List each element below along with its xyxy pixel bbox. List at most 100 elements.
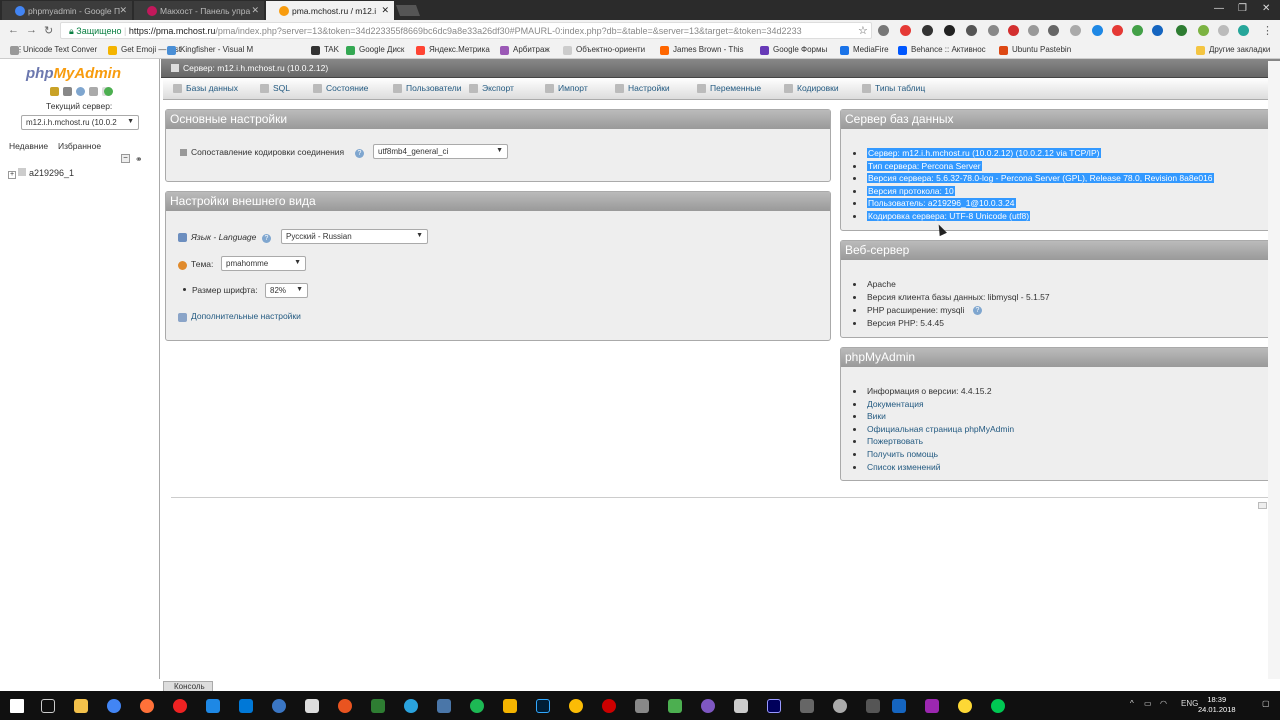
battery-icon[interactable]: ▭ [1144, 699, 1152, 708]
font-size-select[interactable]: 82% ▼ [265, 283, 308, 298]
browser-tab-3[interactable]: pma.mchost.ru / m12.i ✕ [266, 1, 394, 20]
extension-icon[interactable] [922, 25, 933, 36]
app-icon[interactable] [991, 699, 1005, 713]
app-icon[interactable] [371, 699, 385, 713]
window-close-icon[interactable]: ✕ [1262, 3, 1270, 14]
app-icon[interactable] [668, 699, 682, 713]
favorites-tab[interactable]: Избранное [58, 141, 101, 151]
page-settings-icon[interactable] [1258, 502, 1267, 509]
back-icon[interactable]: ← [8, 24, 19, 36]
extension-icon[interactable] [988, 25, 999, 36]
reload-icon[interactable]: ↻ [44, 24, 53, 37]
edge-icon[interactable] [239, 699, 253, 713]
maximize-icon[interactable]: ❐ [1238, 3, 1247, 14]
extension-icon[interactable] [1218, 25, 1229, 36]
recent-tab[interactable]: Недавние [9, 141, 48, 151]
pma-item[interactable]: Получить помощь [867, 449, 938, 459]
help-icon[interactable]: ? [973, 306, 982, 315]
app-icon[interactable] [305, 699, 319, 713]
app-icon[interactable] [925, 699, 939, 713]
extension-icon[interactable] [1112, 25, 1123, 36]
app-icon[interactable] [602, 699, 616, 713]
help-icon[interactable] [76, 87, 85, 96]
firefox-icon[interactable] [140, 699, 154, 713]
bookmark-item[interactable]: Behance :: Активнос [898, 45, 986, 55]
app-icon[interactable] [503, 699, 517, 713]
bookmark-item[interactable]: Арбитраж [500, 45, 550, 55]
tab-import[interactable]: Импорт [545, 83, 588, 93]
app-icon[interactable] [734, 699, 748, 713]
extension-icon[interactable] [900, 25, 911, 36]
app-icon[interactable] [800, 699, 814, 713]
app-icon[interactable] [635, 699, 649, 713]
audition-icon[interactable] [767, 699, 781, 713]
extension-icon[interactable] [1238, 25, 1249, 36]
notifications-icon[interactable]: ▢ [1262, 699, 1270, 708]
pma-item[interactable]: Официальная страница phpMyAdmin [867, 424, 1014, 434]
app-icon[interactable] [272, 699, 286, 713]
app-icon[interactable] [866, 699, 880, 713]
tab-sql[interactable]: SQL [260, 83, 290, 93]
extension-icon[interactable] [1028, 25, 1039, 36]
tab-settings[interactable]: Настройки [615, 83, 670, 93]
language-indicator[interactable]: ENG [1181, 699, 1198, 708]
extension-icon[interactable] [1070, 25, 1081, 36]
extension-icon[interactable] [1008, 25, 1019, 36]
menu-icon[interactable]: ⋮ [1262, 24, 1273, 37]
pma-item[interactable]: Документация [867, 399, 924, 409]
app-icon[interactable] [470, 699, 484, 713]
url-input[interactable]: 🔒︎ Защищено | https://pma.mchost.ru/pma/… [60, 22, 872, 39]
star-icon[interactable]: ☆ [858, 24, 868, 37]
browser-tab-1[interactable]: phpmyadmin - Google П ✕ [2, 1, 132, 20]
extension-icon[interactable] [1048, 25, 1059, 36]
extension-icon[interactable] [1152, 25, 1163, 36]
vk-icon[interactable] [437, 699, 451, 713]
app-icon[interactable] [569, 699, 583, 713]
language-select[interactable]: Русский - Russian ▼ [281, 229, 428, 244]
bookmark-item[interactable]: Unicode Text Conver [10, 45, 97, 55]
tab-engines[interactable]: Типы таблиц [862, 83, 925, 93]
photoshop-icon[interactable] [536, 699, 550, 713]
forward-icon[interactable]: → [26, 24, 37, 36]
app-icon[interactable] [892, 699, 906, 713]
expand-icon[interactable]: + [8, 171, 16, 179]
extension-icon[interactable] [1198, 25, 1209, 36]
theme-select[interactable]: pmahomme ▼ [221, 256, 306, 271]
minimize-icon[interactable]: — [1214, 3, 1224, 14]
tray-expand-icon[interactable]: ^ [1130, 699, 1134, 708]
app-icon[interactable] [338, 699, 352, 713]
collation-select[interactable]: utf8mb4_general_ci ▼ [373, 144, 508, 159]
collapse-all-icon[interactable]: − [121, 154, 130, 163]
app-icon[interactable] [833, 699, 847, 713]
bookmark-item[interactable]: Ubuntu Pastebin [999, 45, 1071, 55]
extension-icon[interactable] [1176, 25, 1187, 36]
database-item[interactable]: + a219296_1 [8, 168, 74, 179]
home-icon[interactable] [50, 87, 59, 96]
pma-item[interactable]: Список изменений [867, 462, 940, 472]
logout-icon[interactable] [63, 87, 72, 96]
phpmyadmin-logo[interactable]: phpMyAdmin [26, 65, 121, 82]
bookmark-item[interactable]: Google Формы [760, 45, 827, 55]
pma-item[interactable]: Вики [867, 411, 886, 421]
help-icon[interactable]: ? [262, 234, 271, 243]
tab-export[interactable]: Экспорт [469, 83, 514, 93]
reload-navigation-icon[interactable] [104, 87, 113, 96]
windows-start-icon[interactable] [10, 699, 24, 713]
chrome-icon[interactable] [107, 699, 121, 713]
bookmark-item[interactable]: MediaFire [840, 45, 889, 55]
app-icon[interactable] [701, 699, 715, 713]
help-icon[interactable]: ? [355, 149, 364, 158]
opera-icon[interactable] [173, 699, 187, 713]
ie-icon[interactable] [206, 699, 220, 713]
server-select[interactable]: m12.i.h.mchost.ru (10.0.2 ▼ [21, 115, 139, 130]
task-view-icon[interactable] [41, 699, 55, 713]
extension-icon[interactable] [1092, 25, 1103, 36]
close-icon[interactable]: ✕ [251, 5, 259, 16]
extension-icon[interactable] [966, 25, 977, 36]
bookmark-item[interactable]: James Brown - This [660, 45, 744, 55]
extension-icon[interactable] [878, 25, 889, 36]
tab-charsets[interactable]: Кодировки [784, 83, 839, 93]
tab-status[interactable]: Состояние [313, 83, 368, 93]
new-tab-button[interactable] [395, 5, 421, 16]
link-icon[interactable]: ⚭ [135, 154, 143, 165]
